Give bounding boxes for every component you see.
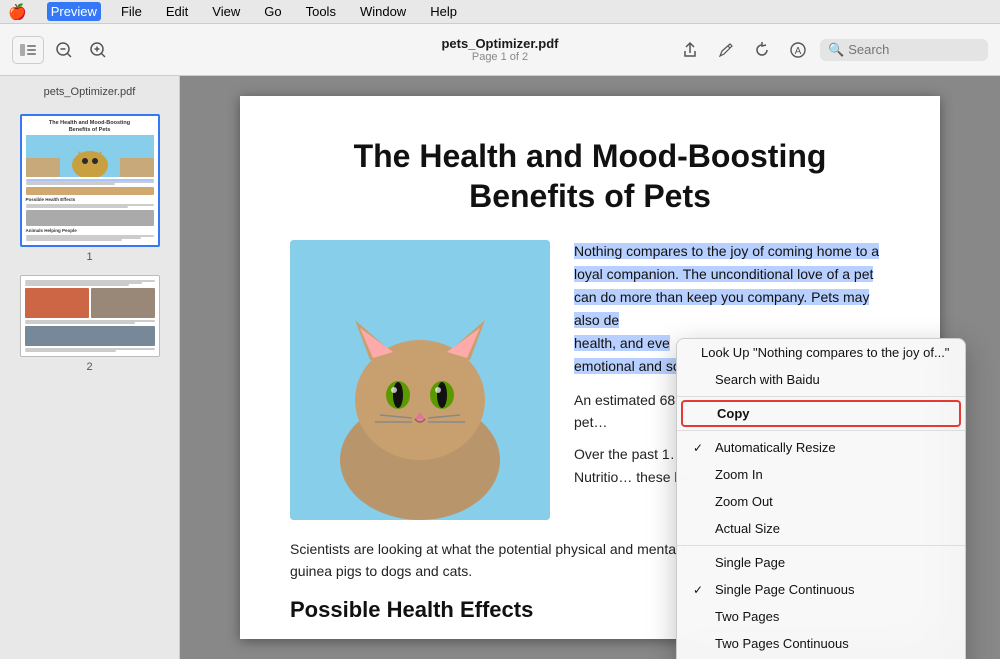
share-button[interactable] — [676, 36, 704, 64]
menu-item-help[interactable]: Help — [426, 2, 461, 21]
menu-item-edit[interactable]: Edit — [162, 2, 192, 21]
thumb-2-number: 2 — [86, 361, 92, 373]
highlighted-text: Nothing compares to the joy of coming ho… — [574, 243, 879, 328]
rotate-icon — [753, 41, 771, 59]
menu-item-tools[interactable]: Tools — [302, 2, 340, 21]
context-menu-actual-size[interactable]: Actual Size — [677, 515, 965, 542]
thumbnail-container-1: The Health and Mood-BoostingBenefits of … — [8, 114, 171, 263]
single-page-cont-checkmark: ✓ — [693, 583, 707, 597]
content-area: The Health and Mood-Boosting Benefits of… — [180, 76, 1000, 659]
main-area: pets_Optimizer.pdf The Health and Mood-B… — [0, 76, 1000, 659]
cat-svg — [290, 240, 550, 520]
two-pages-cont-label: Two Pages Continuous — [715, 636, 849, 651]
separator-2 — [677, 430, 965, 431]
context-menu-two-pages[interactable]: Two Pages — [677, 603, 965, 630]
copy-label: Copy — [717, 406, 750, 421]
menu-item-view[interactable]: View — [208, 2, 244, 21]
highlighted-text-2: health, and eve — [574, 335, 670, 351]
sidebar-toggle-icon — [20, 44, 36, 56]
toolbar-left — [12, 36, 433, 64]
document-filename: pets_Optimizer.pdf — [441, 36, 558, 51]
separator-3 — [677, 545, 965, 546]
search-icon: 🔍 — [828, 42, 844, 58]
zoom-in-icon — [89, 41, 107, 59]
zoom-in-button[interactable] — [84, 36, 112, 64]
menu-bar: 🍎 Preview File Edit View Go Tools Window… — [0, 0, 1000, 24]
thumbnail-2[interactable] — [20, 275, 160, 357]
context-menu-auto-resize[interactable]: ✓ Automatically Resize — [677, 434, 965, 461]
context-menu-single-page-cont[interactable]: ✓ Single Page Continuous — [677, 576, 965, 603]
search-input[interactable] — [848, 42, 978, 57]
context-menu-single-page[interactable]: Single Page — [677, 549, 965, 576]
menu-item-window[interactable]: Window — [356, 2, 410, 21]
thumbnail-container-2: 2 — [8, 275, 171, 373]
toolbar-center: pets_Optimizer.pdf Page 1 of 2 — [441, 36, 558, 63]
search-box[interactable]: 🔍 — [820, 39, 988, 61]
sidebar: pets_Optimizer.pdf The Health and Mood-B… — [0, 76, 180, 659]
svg-text:A: A — [795, 46, 802, 57]
thumb-cat-image — [26, 135, 154, 177]
separator-1 — [677, 396, 965, 397]
context-menu-copy[interactable]: Copy — [681, 400, 961, 427]
lookup-label: Look Up "Nothing compares to the joy of.… — [701, 345, 949, 360]
menu-item-preview[interactable]: Preview — [47, 2, 101, 21]
single-page-label: Single Page — [715, 555, 785, 570]
highlighted-text-3: emotional and so — [574, 358, 681, 374]
context-menu-zoom-out[interactable]: Zoom Out — [677, 488, 965, 515]
pdf-cat-image — [290, 240, 550, 520]
context-menu-search-baidu[interactable]: Search with Baidu — [677, 366, 965, 393]
menu-item-go[interactable]: Go — [260, 2, 285, 21]
context-menu: Look Up "Nothing compares to the joy of.… — [676, 338, 966, 659]
search-baidu-label: Search with Baidu — [715, 372, 820, 387]
pdf-title: The Health and Mood-Boosting Benefits of… — [290, 136, 890, 216]
context-menu-lookup[interactable]: Look Up "Nothing compares to the joy of.… — [677, 339, 965, 366]
rotate-button[interactable] — [748, 36, 776, 64]
annotate-button[interactable]: A — [784, 36, 812, 64]
apple-logo[interactable]: 🍎 — [8, 3, 27, 21]
two-pages-label: Two Pages — [715, 609, 779, 624]
auto-resize-label: Automatically Resize — [715, 440, 836, 455]
context-menu-zoom-in[interactable]: Zoom In — [677, 461, 965, 488]
share-icon — [681, 41, 699, 59]
thumb-1-number: 1 — [86, 251, 92, 263]
thumbnail-1[interactable]: The Health and Mood-BoostingBenefits of … — [20, 114, 160, 247]
markup-button[interactable] — [712, 36, 740, 64]
context-menu-two-pages-cont[interactable]: Two Pages Continuous — [677, 630, 965, 657]
zoom-out-button[interactable] — [50, 36, 78, 64]
toolbar-right: A 🔍 — [567, 36, 988, 64]
zoom-in-label: Zoom In — [715, 467, 763, 482]
single-page-cont-label: Single Page Continuous — [715, 582, 855, 597]
toolbar: pets_Optimizer.pdf Page 1 of 2 A — [0, 24, 1000, 76]
page-info: Page 1 of 2 — [472, 51, 528, 63]
menu-item-file[interactable]: File — [117, 2, 146, 21]
annotate-icon: A — [789, 41, 807, 59]
zoom-out-icon — [55, 41, 73, 59]
sidebar-filename: pets_Optimizer.pdf — [8, 86, 171, 98]
markup-icon — [717, 41, 735, 59]
actual-size-label: Actual Size — [715, 521, 780, 536]
auto-resize-checkmark: ✓ — [693, 441, 707, 455]
zoom-out-label: Zoom Out — [715, 494, 773, 509]
sidebar-toggle-button[interactable] — [12, 36, 44, 64]
